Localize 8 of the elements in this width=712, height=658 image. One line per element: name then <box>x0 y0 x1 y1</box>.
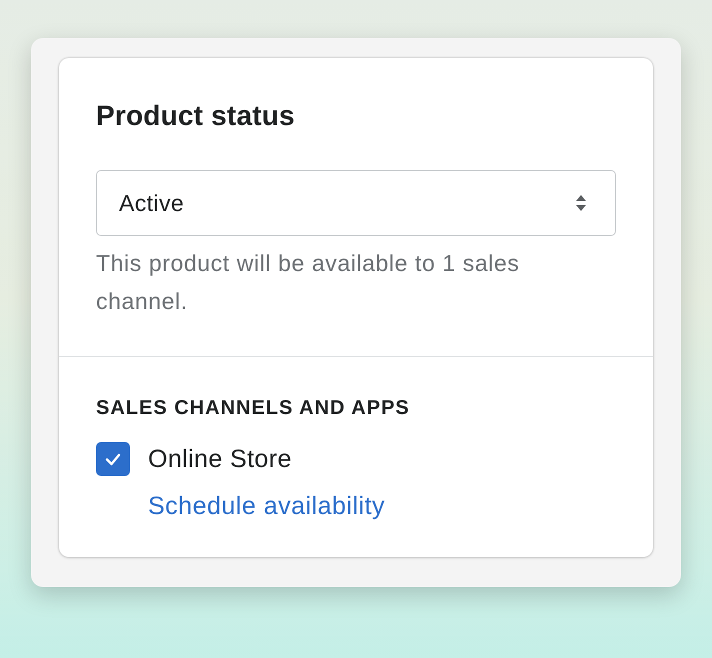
status-select[interactable]: Active <box>96 170 616 236</box>
up-down-caret-icon <box>575 194 587 212</box>
checkbox-label: Online Store <box>148 444 292 474</box>
card-title: Product status <box>96 102 296 130</box>
section-heading: SALES CHANNELS AND APPS <box>96 397 411 420</box>
checkbox[interactable] <box>96 442 130 476</box>
help-text: This product will be available to 1 sales channel. <box>96 249 520 316</box>
schedule-link[interactable]: Schedule availability <box>148 492 386 521</box>
